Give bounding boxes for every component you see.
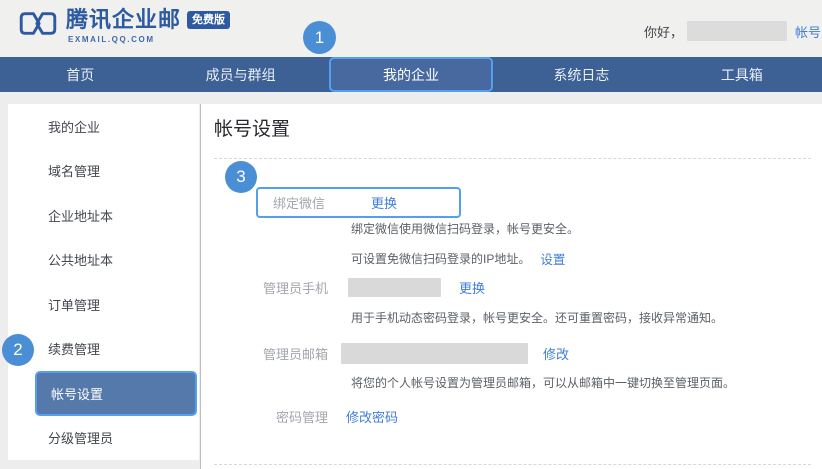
- admin-phone-label: 管理员手机: [256, 278, 328, 297]
- step-badge-3: 3: [225, 161, 257, 193]
- user-greeting: 你好， 帐号: [644, 21, 822, 41]
- header: 腾讯企业邮 免费版 EXMAIL.QQ.COM 你好， 帐号: [0, 0, 822, 57]
- account-link[interactable]: 帐号: [795, 22, 821, 41]
- main-nav: 首页 成员与群组 我的企业 系统日志 工具箱: [0, 57, 822, 92]
- divider-top: [214, 158, 811, 159]
- nav-tab-system-logs[interactable]: 系统日志: [501, 57, 661, 92]
- sidebar-item-public-address-book[interactable]: 公共地址本: [8, 238, 199, 283]
- admin-email-row: 管理员邮箱 修改: [256, 343, 569, 364]
- wechat-change-link[interactable]: 更换: [371, 193, 397, 212]
- admin-phone-row: 管理员手机 更换: [256, 278, 485, 297]
- brand-domain: EXMAIL.QQ.COM: [68, 35, 230, 44]
- step-badge-1: 1: [303, 21, 336, 54]
- sidebar-item-account-settings[interactable]: 帐号设置: [35, 371, 197, 416]
- nav-tab-home[interactable]: 首页: [0, 57, 160, 92]
- divider-bottom: [214, 464, 811, 465]
- admin-phone-desc: 用于手机动态密码登录，帐号更安全。还可重置密码，接收异常通知。: [351, 309, 723, 326]
- password-row: 密码管理 修改密码: [256, 407, 398, 426]
- nav-tab-my-enterprise[interactable]: 我的企业: [329, 57, 493, 92]
- email-modify-link[interactable]: 修改: [543, 344, 569, 363]
- password-label: 密码管理: [256, 407, 328, 426]
- step-badge-2: 2: [2, 334, 34, 366]
- admin-email-label: 管理员邮箱: [256, 344, 328, 363]
- sidebar-item-enterprise-address-book[interactable]: 企业地址本: [8, 193, 199, 238]
- wechat-desc: 绑定微信使用微信扫码登录，帐号更安全。: [351, 220, 579, 237]
- exmail-admin-page: 腾讯企业邮 免费版 EXMAIL.QQ.COM 你好， 帐号 首页 成员与群组 …: [0, 0, 822, 469]
- nav-tab-members-groups[interactable]: 成员与群组: [160, 57, 320, 92]
- sidebar-item-my-enterprise[interactable]: 我的企业: [8, 104, 199, 149]
- page-title: 帐号设置: [214, 114, 290, 141]
- sidebar-item-sub-admins[interactable]: 分级管理员: [8, 416, 199, 461]
- sidebar-item-order-management[interactable]: 订单管理: [8, 282, 199, 327]
- redacted-email-value: [341, 343, 528, 364]
- change-password-link[interactable]: 修改密码: [346, 407, 398, 426]
- main-content: 帐号设置 绑定微信 更换 绑定微信使用微信扫码登录，帐号更安全。 可设置免微信扫…: [200, 104, 822, 469]
- wechat-ip-desc-text: 可设置免微信扫码登录的IP地址。: [351, 250, 530, 267]
- wechat-binding-label: 绑定微信: [273, 193, 325, 212]
- nav-tab-toolbox[interactable]: 工具箱: [662, 57, 822, 92]
- sidebar-item-domain-management[interactable]: 域名管理: [8, 149, 199, 194]
- logo-text: 腾讯企业邮 免费版 EXMAIL.QQ.COM: [66, 6, 230, 44]
- admin-email-desc: 将您的个人帐号设置为管理员邮箱，可以从邮箱中一键切换至管理页面。: [351, 374, 735, 391]
- greeting-text: 你好，: [644, 22, 683, 41]
- redacted-phone-value: [348, 278, 441, 297]
- wechat-ip-desc: 可设置免微信扫码登录的IP地址。 设置: [351, 249, 565, 268]
- exmail-logo-icon: [16, 9, 60, 38]
- ip-setting-link[interactable]: 设置: [540, 249, 565, 268]
- sidebar: 我的企业 域名管理 企业地址本 公共地址本 订单管理 续费管理 帐号设置 分级管…: [8, 104, 199, 460]
- redacted-username: [687, 21, 787, 41]
- exmail-logo[interactable]: 腾讯企业邮 免费版 EXMAIL.QQ.COM: [16, 6, 230, 44]
- phone-change-link[interactable]: 更换: [459, 278, 485, 297]
- free-edition-badge: 免费版: [187, 11, 230, 29]
- brand-name: 腾讯企业邮: [66, 6, 181, 34]
- wechat-binding-row: 绑定微信 更换: [256, 187, 461, 218]
- sidebar-item-renewal-management[interactable]: 续费管理: [8, 327, 199, 372]
